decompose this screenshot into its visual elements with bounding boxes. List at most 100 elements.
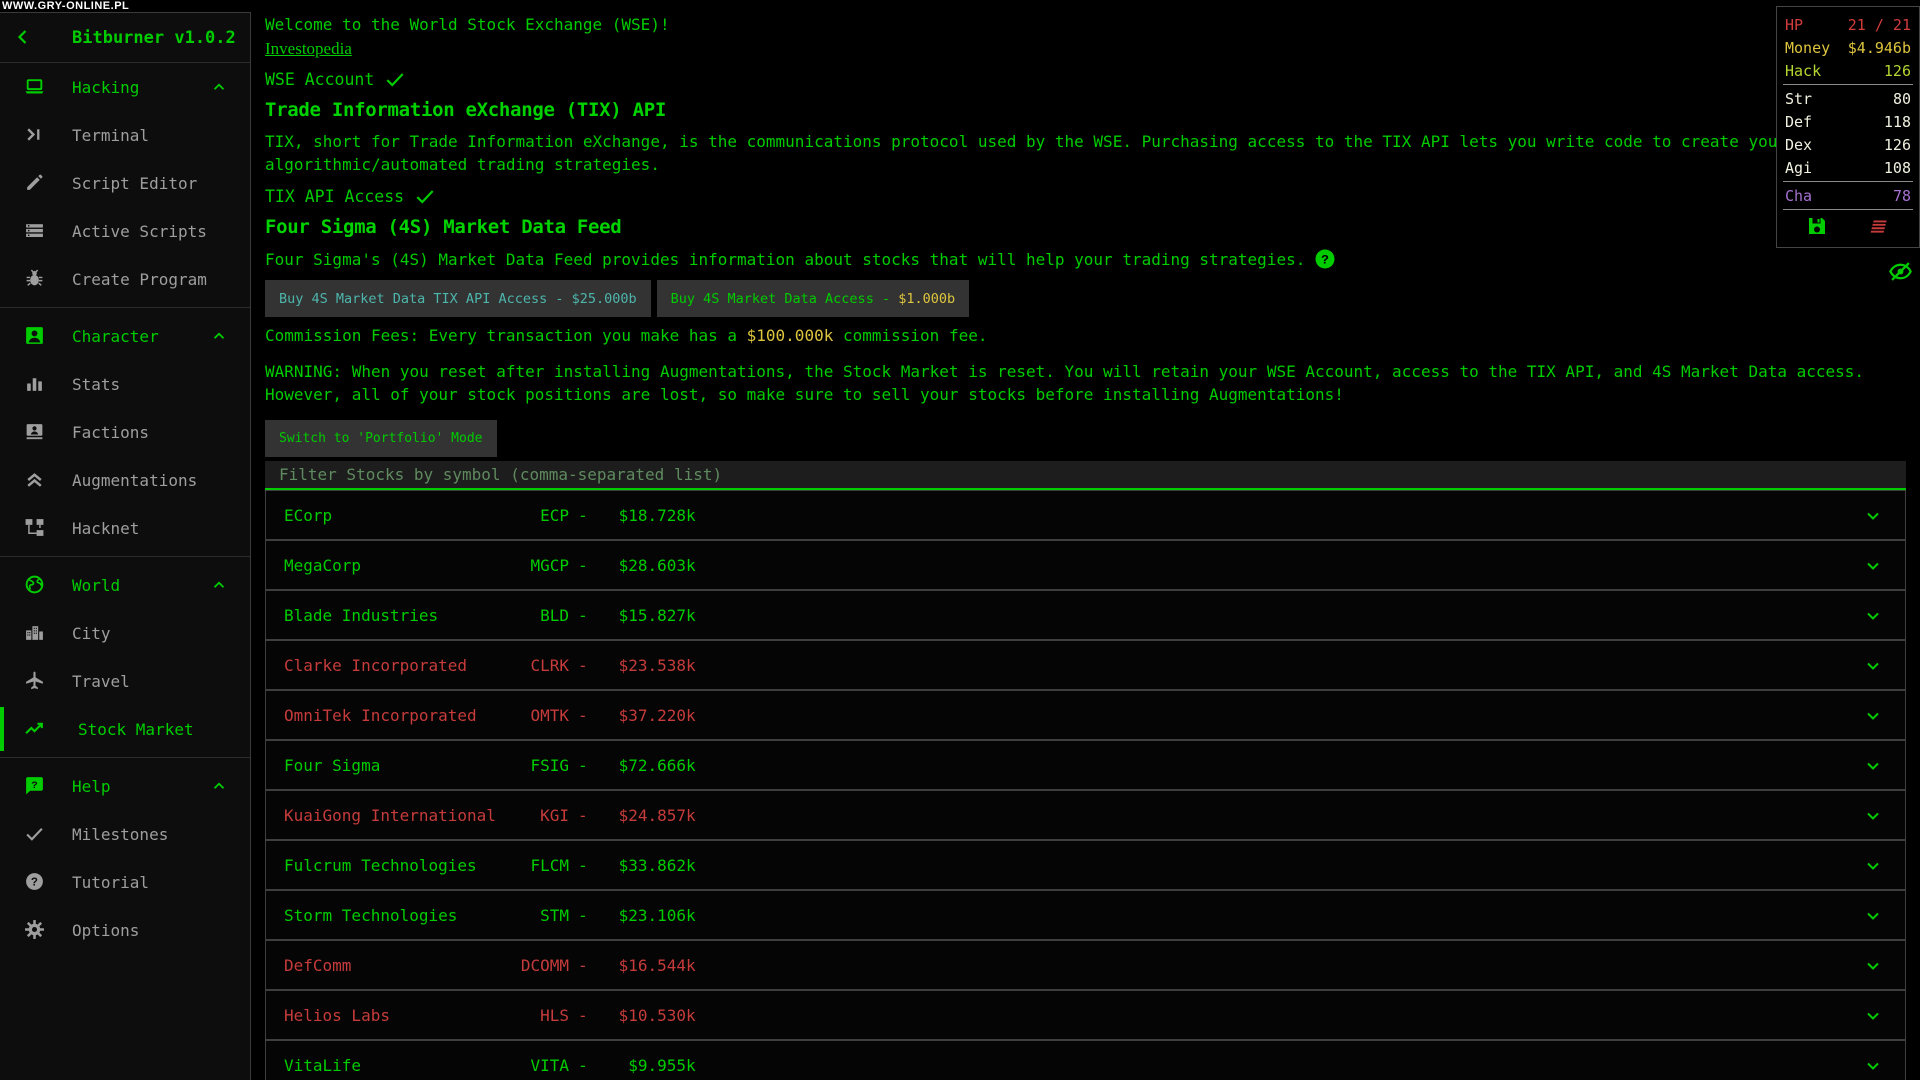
svg-text:?: ? xyxy=(31,877,38,890)
stock-name: Helios Labs xyxy=(284,1006,519,1025)
tix-access-label: TIX API Access xyxy=(265,187,404,206)
stat-cha: Cha78 xyxy=(1785,184,1911,207)
sidebar-item-stats[interactable]: Stats xyxy=(0,360,250,408)
stock-price: $23.106k xyxy=(588,906,696,925)
stock-dash: - xyxy=(578,856,588,875)
stock-row-bld[interactable]: Blade IndustriesBLD-$15.827k xyxy=(265,590,1906,640)
stock-row-stm[interactable]: Storm TechnologiesSTM-$23.106k xyxy=(265,890,1906,940)
stock-dash: - xyxy=(578,806,588,825)
sidebar-item-milestones[interactable]: Milestones xyxy=(0,810,250,858)
sidebar-item-label: Milestones xyxy=(72,825,168,844)
sidebar-item-stock-market[interactable]: Stock Market xyxy=(0,705,250,753)
stock-row-omtk[interactable]: OmniTek IncorporatedOMTK-$37.220k xyxy=(265,690,1906,740)
stock-row-dcomm[interactable]: DefCommDCOMM-$16.544k xyxy=(265,940,1906,990)
sidebar-group-hacking[interactable]: Hacking xyxy=(0,63,250,111)
check-icon xyxy=(384,68,406,90)
character-overview-panel: HP21 / 21Money$4.946bHack126Str80Def118D… xyxy=(1776,6,1920,248)
stock-name: KuaiGong International xyxy=(284,806,519,825)
purchase-buttons: Buy 4S Market Data TIX API Access - $25.… xyxy=(265,280,1920,317)
network-icon xyxy=(24,517,45,538)
stock-symbol: MGCP xyxy=(519,556,569,575)
sidebar-nav: HackingTerminalScript Editor Active Scrip… xyxy=(0,63,250,954)
eye-off-icon[interactable] xyxy=(1887,258,1914,285)
sidebar-group-help[interactable]: ?Help xyxy=(0,762,250,810)
stock-symbol: STM xyxy=(519,906,569,925)
buy-4s-data-button[interactable]: Buy 4S Market Data Access - $1.000b xyxy=(657,280,969,317)
help-bubble-icon: ? xyxy=(24,775,45,796)
stat-value: 118 xyxy=(1884,113,1911,131)
sidebar-item-hacknet[interactable]: Hacknet xyxy=(0,504,250,552)
chevron-down-icon xyxy=(1863,506,1883,526)
stock-name: Clarke Incorporated xyxy=(284,656,519,675)
stock-row-kgi[interactable]: KuaiGong InternationalKGI-$24.857k xyxy=(265,790,1906,840)
stock-price: $10.530k xyxy=(588,1006,696,1025)
commission-fee: $100.000k xyxy=(747,326,834,345)
svg-text:?: ? xyxy=(1321,253,1329,268)
sidebar-item-label: Hacknet xyxy=(72,519,139,538)
sidebar-item-label: Stats xyxy=(72,375,120,394)
stock-row-vita[interactable]: VitaLifeVITA-$9.955k xyxy=(265,1040,1906,1080)
stat-hp: HP21 / 21 xyxy=(1785,13,1911,36)
sidebar-item-travel[interactable]: Travel xyxy=(0,657,250,705)
stock-price: $72.666k xyxy=(588,756,696,775)
sidebar-item-label: Travel xyxy=(72,672,130,691)
chevron-down-icon xyxy=(1863,706,1883,726)
sidebar-item-terminal[interactable]: Terminal xyxy=(0,111,250,159)
sidebar-item-script-editor[interactable]: Script Editor xyxy=(0,159,250,207)
chevron-down-icon xyxy=(1863,806,1883,826)
buy-tix-api-button[interactable]: Buy 4S Market Data TIX API Access - $25.… xyxy=(265,280,651,317)
stock-row-flcm[interactable]: Fulcrum TechnologiesFLCM-$33.862k xyxy=(265,840,1906,890)
sidebar-divider xyxy=(0,757,250,758)
scripts-icon xyxy=(24,220,45,241)
stat-money: Money $4.946b xyxy=(1785,36,1911,59)
sidebar-item-label: Factions xyxy=(72,423,149,442)
stock-dash: - xyxy=(578,606,588,625)
chevron-up-icon xyxy=(210,777,228,795)
sidebar-item-factions[interactable]: Factions xyxy=(0,408,250,456)
overview-actions xyxy=(1785,215,1911,237)
sidebar-item-tutorial[interactable]: ? Tutorial xyxy=(0,858,250,906)
sidebar-item-city[interactable]: City xyxy=(0,609,250,657)
sidebar-item-create-program[interactable]: Create Program xyxy=(0,255,250,303)
stock-filter-input[interactable] xyxy=(265,461,1906,490)
sidebar-group-character[interactable]: Character xyxy=(0,312,250,360)
stock-dash: - xyxy=(578,556,588,575)
stock-name: Four Sigma xyxy=(284,756,519,775)
stat-label: HP xyxy=(1785,16,1803,34)
stat-label: Money xyxy=(1785,39,1830,57)
sidebar-item-label: Tutorial xyxy=(72,873,149,892)
stock-symbol: DCOMM xyxy=(519,956,569,975)
chevron-left-icon[interactable] xyxy=(13,27,33,47)
gear-icon xyxy=(24,919,45,940)
stock-row-mgcp[interactable]: MegaCorpMGCP-$28.603k xyxy=(265,540,1906,590)
sidebar-item-options[interactable]: Options xyxy=(0,906,250,954)
stock-name: OmniTek Incorporated xyxy=(284,706,519,725)
sidebar: Bitburner v1.0.2 HackingTerminalScript E… xyxy=(0,12,251,1080)
stat-dex: Dex126 xyxy=(1785,133,1911,156)
buy-4s-price: $1.000b xyxy=(898,291,955,307)
help-icon[interactable]: ? xyxy=(1314,248,1336,270)
sidebar-item-augmentations[interactable]: Augmentations xyxy=(0,456,250,504)
investopedia-link[interactable]: Investopedia xyxy=(265,39,352,59)
stock-row-ecp[interactable]: ECorpECP-$18.728k xyxy=(265,490,1906,540)
chevron-up-icon xyxy=(210,576,228,594)
stock-row-clrk[interactable]: Clarke IncorporatedCLRK-$23.538k xyxy=(265,640,1906,690)
sidebar-item-label: Active Scripts xyxy=(72,222,207,241)
portfolio-mode-button[interactable]: Switch to 'Portfolio' Mode xyxy=(265,420,497,457)
check-icon xyxy=(414,185,436,207)
sidebar-group-label: Character xyxy=(72,327,159,346)
kill-scripts-icon[interactable] xyxy=(1869,215,1891,237)
sidebar-item-active-scripts[interactable]: Active Scripts xyxy=(0,207,250,255)
stat-value: $4.946b xyxy=(1848,39,1911,57)
sidebar-group-world[interactable]: World xyxy=(0,561,250,609)
sidebar-item-label: City xyxy=(72,624,111,643)
save-icon[interactable] xyxy=(1806,215,1828,237)
stock-row-fsig[interactable]: Four SigmaFSIG-$72.666k xyxy=(265,740,1906,790)
globe-icon xyxy=(24,574,45,595)
stock-list: ECorpECP-$18.728kMegaCorpMGCP-$28.603kBl… xyxy=(265,490,1920,1080)
stock-row-hls[interactable]: Helios LabsHLS-$10.530k xyxy=(265,990,1906,1040)
stock-symbol: FLCM xyxy=(519,856,569,875)
four-sigma-heading: Four Sigma (4S) Market Data Feed xyxy=(265,216,1920,238)
airplane-icon xyxy=(24,670,45,691)
stock-name: ECorp xyxy=(284,506,519,525)
